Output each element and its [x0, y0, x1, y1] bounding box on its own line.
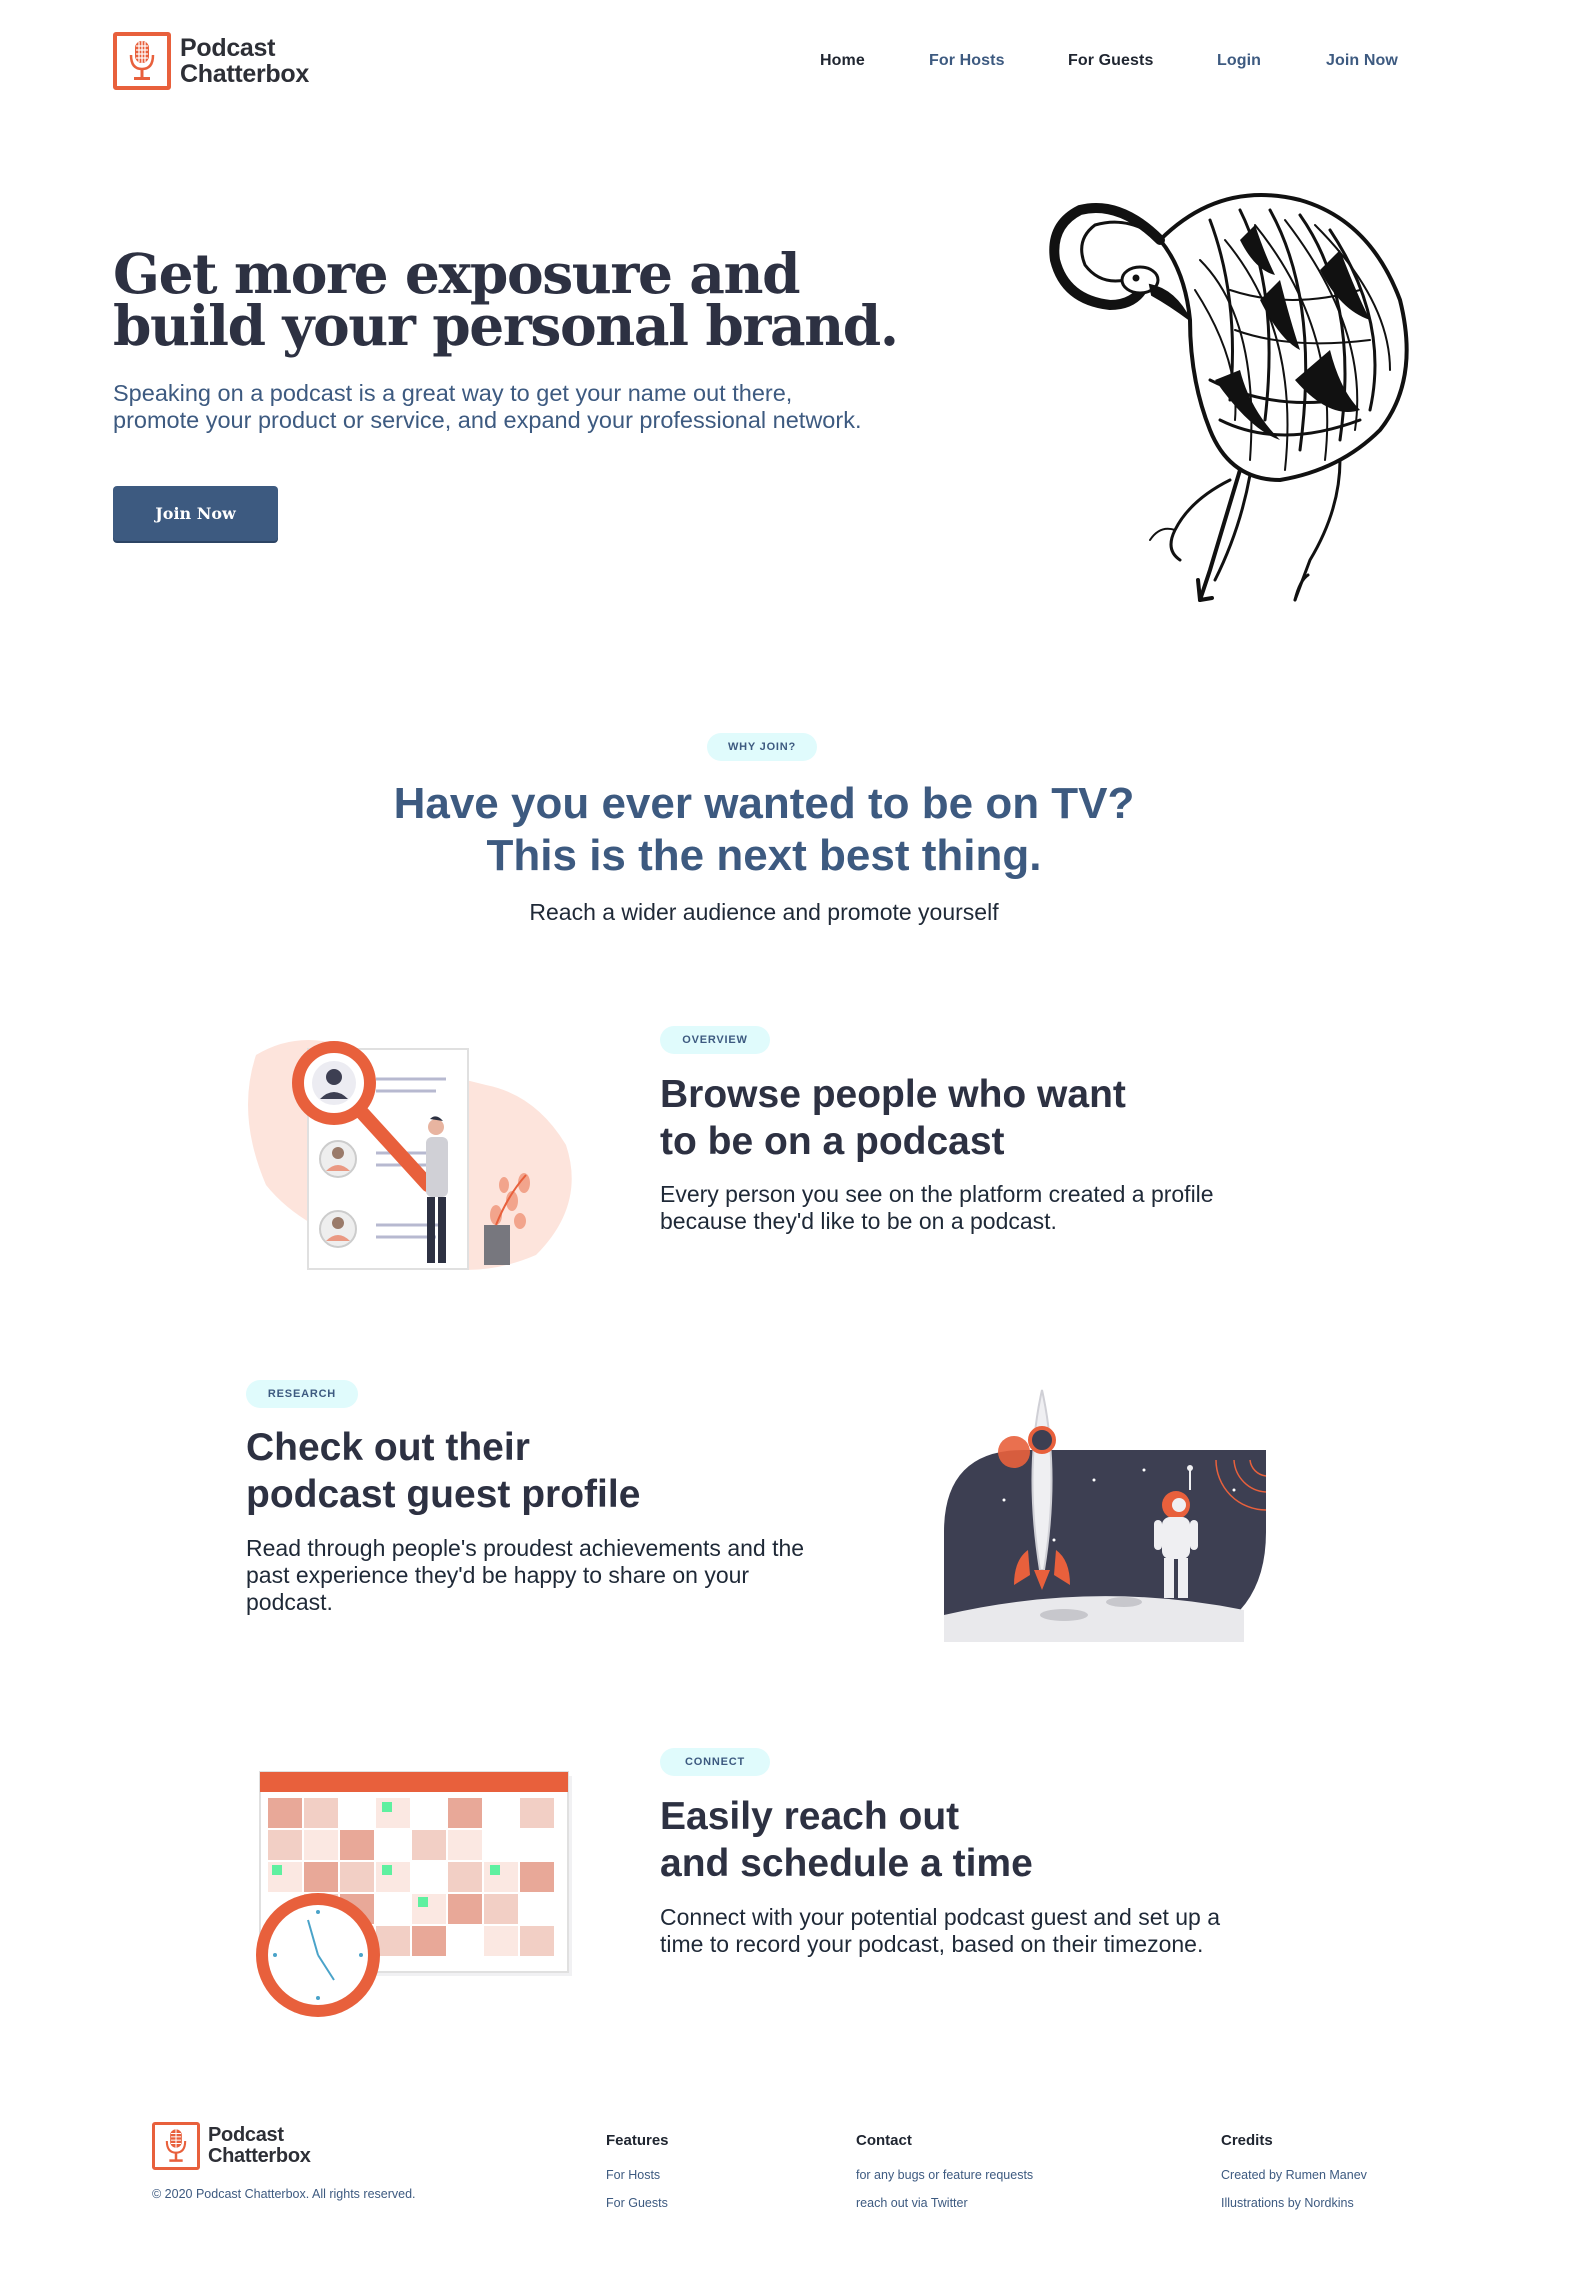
footer-link-illustrations[interactable]: Illustrations by Nordkins — [1221, 2196, 1354, 2210]
calendar-cell — [520, 1926, 554, 1956]
calendar-cell — [304, 1830, 338, 1860]
calendar-cell — [412, 1830, 446, 1860]
calendar-cell — [520, 1798, 554, 1828]
calendar-cell — [304, 1798, 338, 1828]
feature-browse-title-line-1: Browse people who want — [660, 1073, 1126, 1116]
footer-logo[interactable]: Podcast Chatterbox — [152, 2122, 311, 2170]
calendar-cell — [412, 1894, 446, 1924]
feature-profile-title-line-1: Check out their — [246, 1426, 530, 1469]
feature-profile-text: Read through people's proudest achieveme… — [246, 1535, 804, 1616]
feature-profile-text-line-1: Read through people's proudest achieveme… — [246, 1535, 805, 1561]
calendar-cell — [412, 1862, 446, 1892]
calendar-cell — [376, 1798, 410, 1828]
calendar-clock-illustration — [246, 1770, 576, 2025]
calendar-cell — [376, 1830, 410, 1860]
logo-line-1: Podcast — [180, 34, 276, 62]
calendar-cell — [268, 1830, 302, 1860]
calendar-cell — [448, 1798, 482, 1828]
footer-credits-heading: Credits — [1221, 2132, 1273, 2149]
footer-link-twitter[interactable]: reach out via Twitter — [856, 2196, 968, 2210]
calendar-cell — [340, 1798, 374, 1828]
feature-schedule-text-line-2: time to record your podcast, based on th… — [660, 1931, 1204, 1957]
search-profiles-illustration — [246, 1035, 576, 1275]
calendar-cell — [268, 1798, 302, 1828]
hero-subtitle: Speaking on a podcast is a great way to … — [113, 380, 973, 434]
microphone-icon — [113, 32, 171, 90]
calendar-cell — [340, 1862, 374, 1892]
footer-link-for-guests[interactable]: For Guests — [606, 2196, 668, 2210]
footer-logo-text: Podcast Chatterbox — [208, 2125, 311, 2167]
feature-browse-title: Browse people who want to be on a podcas… — [660, 1071, 1280, 1165]
feature-profile-title-line-2: podcast guest profile — [246, 1473, 641, 1516]
logo[interactable]: Podcast Chatterbox — [113, 32, 309, 90]
footer-contact-heading: Contact — [856, 2132, 912, 2149]
astronaut-rocket-illustration — [944, 1380, 1267, 1642]
feature-schedule-text-line-1: Connect with your potential podcast gues… — [660, 1904, 1221, 1930]
calendar-cell — [484, 1862, 518, 1892]
why-join-subtitle: Reach a wider audience and promote yours… — [529, 899, 999, 925]
hero-title: Get more exposure and build your persona… — [113, 246, 913, 358]
feature-browse-text-line-1: Every person you see on the platform cre… — [660, 1181, 1214, 1207]
feature-profile-text-line-2: past experience they'd be happy to share… — [246, 1562, 750, 1588]
calendar-cell — [484, 1926, 518, 1956]
nav-login[interactable]: Login — [1217, 52, 1261, 76]
footer-logo-line-2: Chatterbox — [208, 2145, 311, 2167]
calendar-cell — [376, 1926, 410, 1956]
footer-link-creator[interactable]: Created by Rumen Manev — [1221, 2168, 1367, 2182]
feature-browse-text: Every person you see on the platform cre… — [660, 1181, 1214, 1235]
why-join-pill: WHY JOIN? — [707, 733, 817, 761]
hero-join-now-button[interactable]: Join Now — [113, 486, 278, 541]
calendar-cell — [484, 1830, 518, 1860]
overview-pill: OVERVIEW — [660, 1026, 770, 1054]
footer-link-bugs[interactable]: for any bugs or feature requests — [856, 2168, 1033, 2182]
feature-schedule-text: Connect with your potential podcast gues… — [660, 1904, 1220, 1958]
calendar-cell — [304, 1862, 338, 1892]
microphone-icon — [152, 2122, 200, 2170]
logo-text: Podcast Chatterbox — [180, 35, 309, 87]
nav-for-hosts[interactable]: For Hosts — [929, 52, 1005, 76]
hero-subtitle-line-1: Speaking on a podcast is a great way to … — [113, 380, 793, 406]
footer-logo-line-1: Podcast — [208, 2124, 284, 2146]
research-pill: RESEARCH — [246, 1380, 358, 1408]
feature-schedule-title-line-2: and schedule a time — [660, 1842, 1033, 1885]
footer-features-heading: Features — [606, 2132, 669, 2149]
calendar-cell — [376, 1862, 410, 1892]
calendar-cell — [412, 1926, 446, 1956]
nav-home[interactable]: Home — [820, 52, 865, 76]
calendar-cell — [520, 1830, 554, 1860]
calendar-cell — [448, 1926, 482, 1956]
why-join-title: Have you ever wanted to be on TV? This i… — [0, 778, 1528, 882]
why-join-title-line-2: This is the next best thing. — [486, 831, 1042, 880]
calendar-cell — [448, 1862, 482, 1892]
feature-schedule-title-line-1: Easily reach out — [660, 1795, 960, 1838]
feature-profile-text-line-3: podcast. — [246, 1589, 333, 1615]
flamingo-illustration — [1040, 180, 1420, 610]
calendar-cell — [484, 1798, 518, 1828]
copyright: © 2020 Podcast Chatterbox. All rights re… — [152, 2187, 416, 2201]
calendar-cell — [520, 1894, 554, 1924]
feature-schedule-title: Easily reach out and schedule a time — [660, 1793, 1280, 1887]
calendar-cell — [520, 1862, 554, 1892]
hero-title-line-2: build your personal brand. — [113, 293, 899, 358]
calendar-cell — [412, 1798, 446, 1828]
calendar-cell — [484, 1894, 518, 1924]
feature-profile-title: Check out their podcast guest profile — [246, 1424, 866, 1518]
nav-join-now[interactable]: Join Now — [1326, 52, 1398, 76]
feature-browse-text-line-2: because they'd like to be on a podcast. — [660, 1208, 1057, 1234]
footer-link-for-hosts[interactable]: For Hosts — [606, 2168, 660, 2182]
hero-subtitle-line-2: promote your product or service, and exp… — [113, 407, 862, 433]
calendar-cell — [340, 1830, 374, 1860]
nav-for-guests[interactable]: For Guests — [1068, 52, 1153, 76]
feature-browse-title-line-2: to be on a podcast — [660, 1120, 1005, 1163]
calendar-cell — [448, 1830, 482, 1860]
calendar-cell — [376, 1894, 410, 1924]
calendar-cell — [448, 1894, 482, 1924]
why-join-title-line-1: Have you ever wanted to be on TV? — [393, 779, 1135, 828]
connect-pill: CONNECT — [660, 1748, 770, 1776]
logo-line-2: Chatterbox — [180, 60, 309, 88]
